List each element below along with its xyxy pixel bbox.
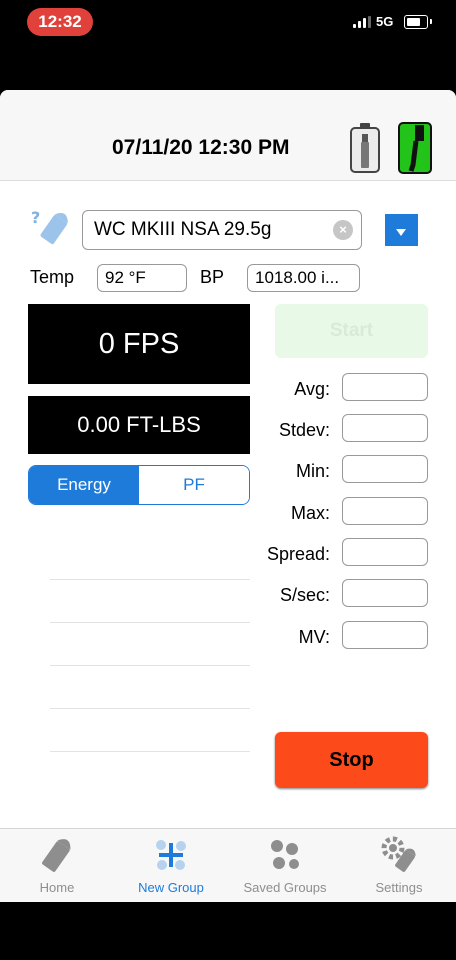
stat-avg-label: Avg: xyxy=(294,379,330,399)
svg-text:?: ? xyxy=(31,208,40,227)
battery-icon xyxy=(404,15,432,29)
projectile-info-icon[interactable]: ? xyxy=(30,207,72,249)
stat-avg-value xyxy=(342,373,428,401)
stat-spread-value xyxy=(342,538,428,566)
status-time: 12:32 xyxy=(27,8,93,36)
projectile-dropdown-button[interactable] xyxy=(385,214,418,246)
temp-label: Temp xyxy=(30,267,75,287)
device-battery-icon[interactable] xyxy=(349,122,381,174)
shot-list-separator xyxy=(50,751,250,752)
shot-list-separator xyxy=(50,579,250,580)
shot-list-separator xyxy=(50,708,250,709)
home-icon xyxy=(42,839,71,872)
stat-ssec-label: S/sec: xyxy=(279,585,330,605)
new-group-icon xyxy=(156,840,186,870)
stat-mv-value xyxy=(342,621,428,649)
energy-pf-segmented-control: Energy PF xyxy=(28,465,250,505)
tab-bar: Home New Group Saved Groups Settings xyxy=(0,828,456,902)
tab-settings[interactable]: Settings xyxy=(342,829,456,902)
tab-settings-label: Settings xyxy=(375,880,423,895)
shot-list-separator xyxy=(50,622,250,623)
stat-stdev-value xyxy=(342,414,428,442)
clear-icon[interactable]: × xyxy=(333,220,353,240)
tab-new-group-label: New Group xyxy=(138,880,204,895)
device-connection-icon[interactable] xyxy=(397,119,433,175)
stat-max-label: Max: xyxy=(290,503,330,523)
tab-home-label: Home xyxy=(39,880,75,895)
shot-list-separator xyxy=(50,665,250,666)
stop-button[interactable]: Stop xyxy=(275,732,428,788)
bp-label: BP xyxy=(200,267,225,287)
saved-groups-icon xyxy=(271,840,299,869)
app-screen: 07/11/20 12:30 PM ? WC MKIII NSA 29.5g ×… xyxy=(0,90,456,902)
temp-field[interactable]: 92 °F xyxy=(97,264,187,292)
header: 07/11/20 12:30 PM xyxy=(0,90,456,181)
tab-saved-groups-label: Saved Groups xyxy=(243,880,327,895)
stat-min-value xyxy=(342,455,428,483)
tab-home[interactable]: Home xyxy=(0,829,114,902)
tab-new-group[interactable]: New Group xyxy=(114,829,228,902)
stat-max-value xyxy=(342,497,428,525)
session-datetime: 07/11/20 12:30 PM xyxy=(112,136,290,159)
stat-spread-label: Spread: xyxy=(266,544,330,564)
status-bar: 12:32 5G xyxy=(0,0,456,44)
signal-icon xyxy=(353,16,373,28)
stat-mv-label: MV: xyxy=(298,627,330,647)
network-type: 5G xyxy=(376,14,394,29)
stat-min-label: Min: xyxy=(295,461,330,481)
velocity-readout: 0 FPS xyxy=(28,304,250,384)
segment-energy[interactable]: Energy xyxy=(29,466,139,504)
stat-stdev-label: Stdev: xyxy=(278,420,330,440)
chevron-down-icon xyxy=(396,229,406,236)
stat-ssec-value xyxy=(342,579,428,607)
bp-field[interactable]: 1018.00 i... xyxy=(247,264,360,292)
energy-readout: 0.00 FT-LBS xyxy=(28,396,250,454)
settings-icon xyxy=(381,836,416,872)
projectile-name-field[interactable]: WC MKIII NSA 29.5g xyxy=(82,210,362,250)
tab-saved-groups[interactable]: Saved Groups xyxy=(228,829,342,902)
start-button[interactable]: Start xyxy=(275,304,428,358)
